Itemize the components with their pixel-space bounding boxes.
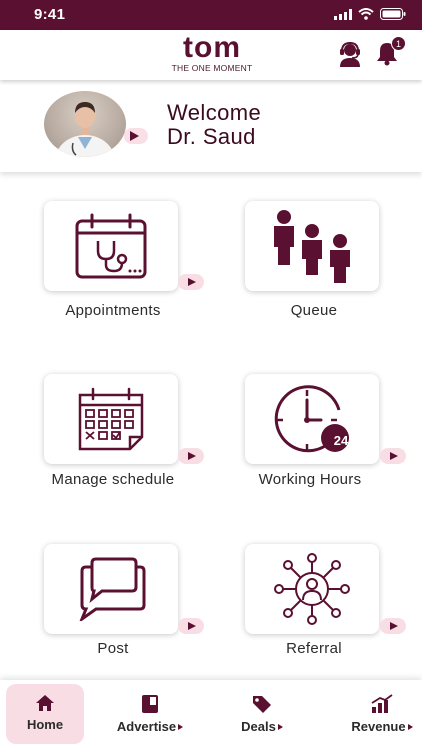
status-icons bbox=[334, 8, 406, 20]
network-person-icon bbox=[274, 553, 350, 625]
status-time: 9:41 bbox=[34, 6, 66, 23]
status-bar: 9:41 bbox=[0, 0, 422, 30]
appointments-tile[interactable] bbox=[44, 201, 178, 291]
queue-tile[interactable] bbox=[245, 201, 379, 291]
referral-tile[interactable] bbox=[245, 544, 379, 634]
nav-advertise[interactable]: Advertise bbox=[108, 684, 192, 744]
post-label: Post bbox=[97, 640, 129, 657]
appointments-play-button[interactable] bbox=[178, 274, 204, 290]
caret-right-icon bbox=[407, 723, 413, 730]
nav-deals-label: Deals bbox=[241, 719, 276, 734]
battery-icon bbox=[380, 8, 406, 20]
calendar-stethoscope-icon bbox=[75, 213, 147, 279]
clock-24-badge: 24 bbox=[333, 433, 349, 448]
post-tile[interactable] bbox=[44, 544, 178, 634]
caret-right-icon bbox=[277, 723, 283, 730]
referral-label: Referral bbox=[286, 640, 342, 657]
manage-schedule-label: Manage schedule bbox=[51, 471, 175, 488]
people-queue-icon bbox=[274, 210, 350, 283]
manage-schedule-tile[interactable] bbox=[44, 374, 178, 464]
chat-bubbles-icon bbox=[79, 557, 146, 621]
manage-schedule-play-button[interactable] bbox=[178, 448, 204, 464]
queue-label: Queue bbox=[290, 302, 338, 319]
logo-word: tom bbox=[183, 31, 241, 64]
app-logo: tom THE ONE MOMENT bbox=[160, 31, 264, 74]
avatar-play-button[interactable] bbox=[124, 128, 148, 144]
home-icon bbox=[36, 695, 54, 711]
caret-right-icon bbox=[178, 723, 184, 730]
app-header: tom THE ONE MOMENT 1 bbox=[0, 30, 422, 80]
welcome-section: Welcome Dr. Saud bbox=[0, 80, 422, 172]
working-hours-play-button[interactable] bbox=[380, 448, 406, 464]
doctor-avatar-image bbox=[55, 102, 115, 157]
nav-deals[interactable]: Deals bbox=[228, 684, 296, 744]
nav-advertise-label: Advertise bbox=[116, 719, 177, 734]
tag-icon bbox=[253, 696, 271, 713]
post-play-button[interactable] bbox=[178, 618, 204, 634]
wifi-icon bbox=[358, 8, 374, 20]
bottom-nav: Home Advertise Deals Revenue bbox=[0, 680, 422, 750]
revenue-chart-icon bbox=[371, 694, 393, 713]
avatar[interactable] bbox=[44, 91, 126, 157]
logo-tagline: THE ONE MOMENT bbox=[171, 63, 253, 73]
nav-revenue[interactable]: Revenue bbox=[344, 684, 420, 744]
referral-play-button[interactable] bbox=[380, 618, 406, 634]
appointments-label: Appointments bbox=[65, 302, 161, 319]
welcome-greeting: Welcome bbox=[167, 100, 262, 125]
book-icon bbox=[142, 695, 158, 713]
nav-home[interactable]: Home bbox=[6, 684, 84, 744]
play-icon bbox=[130, 131, 139, 141]
working-hours-label: Working Hours bbox=[258, 471, 362, 488]
headset-agent-icon bbox=[340, 41, 360, 67]
notifications-button[interactable]: 1 bbox=[374, 36, 406, 68]
working-hours-tile[interactable]: 24 bbox=[245, 374, 379, 464]
calendar-grid-icon bbox=[78, 387, 144, 451]
notification-badge: 1 bbox=[391, 36, 406, 51]
nav-home-label: Home bbox=[26, 717, 64, 732]
doctor-name: Dr. Saud bbox=[167, 124, 256, 149]
nav-revenue-label: Revenue bbox=[351, 719, 406, 734]
signal-icon bbox=[334, 8, 352, 20]
welcome-text: Welcome Dr. Saud bbox=[167, 101, 261, 149]
support-button[interactable] bbox=[336, 40, 364, 68]
